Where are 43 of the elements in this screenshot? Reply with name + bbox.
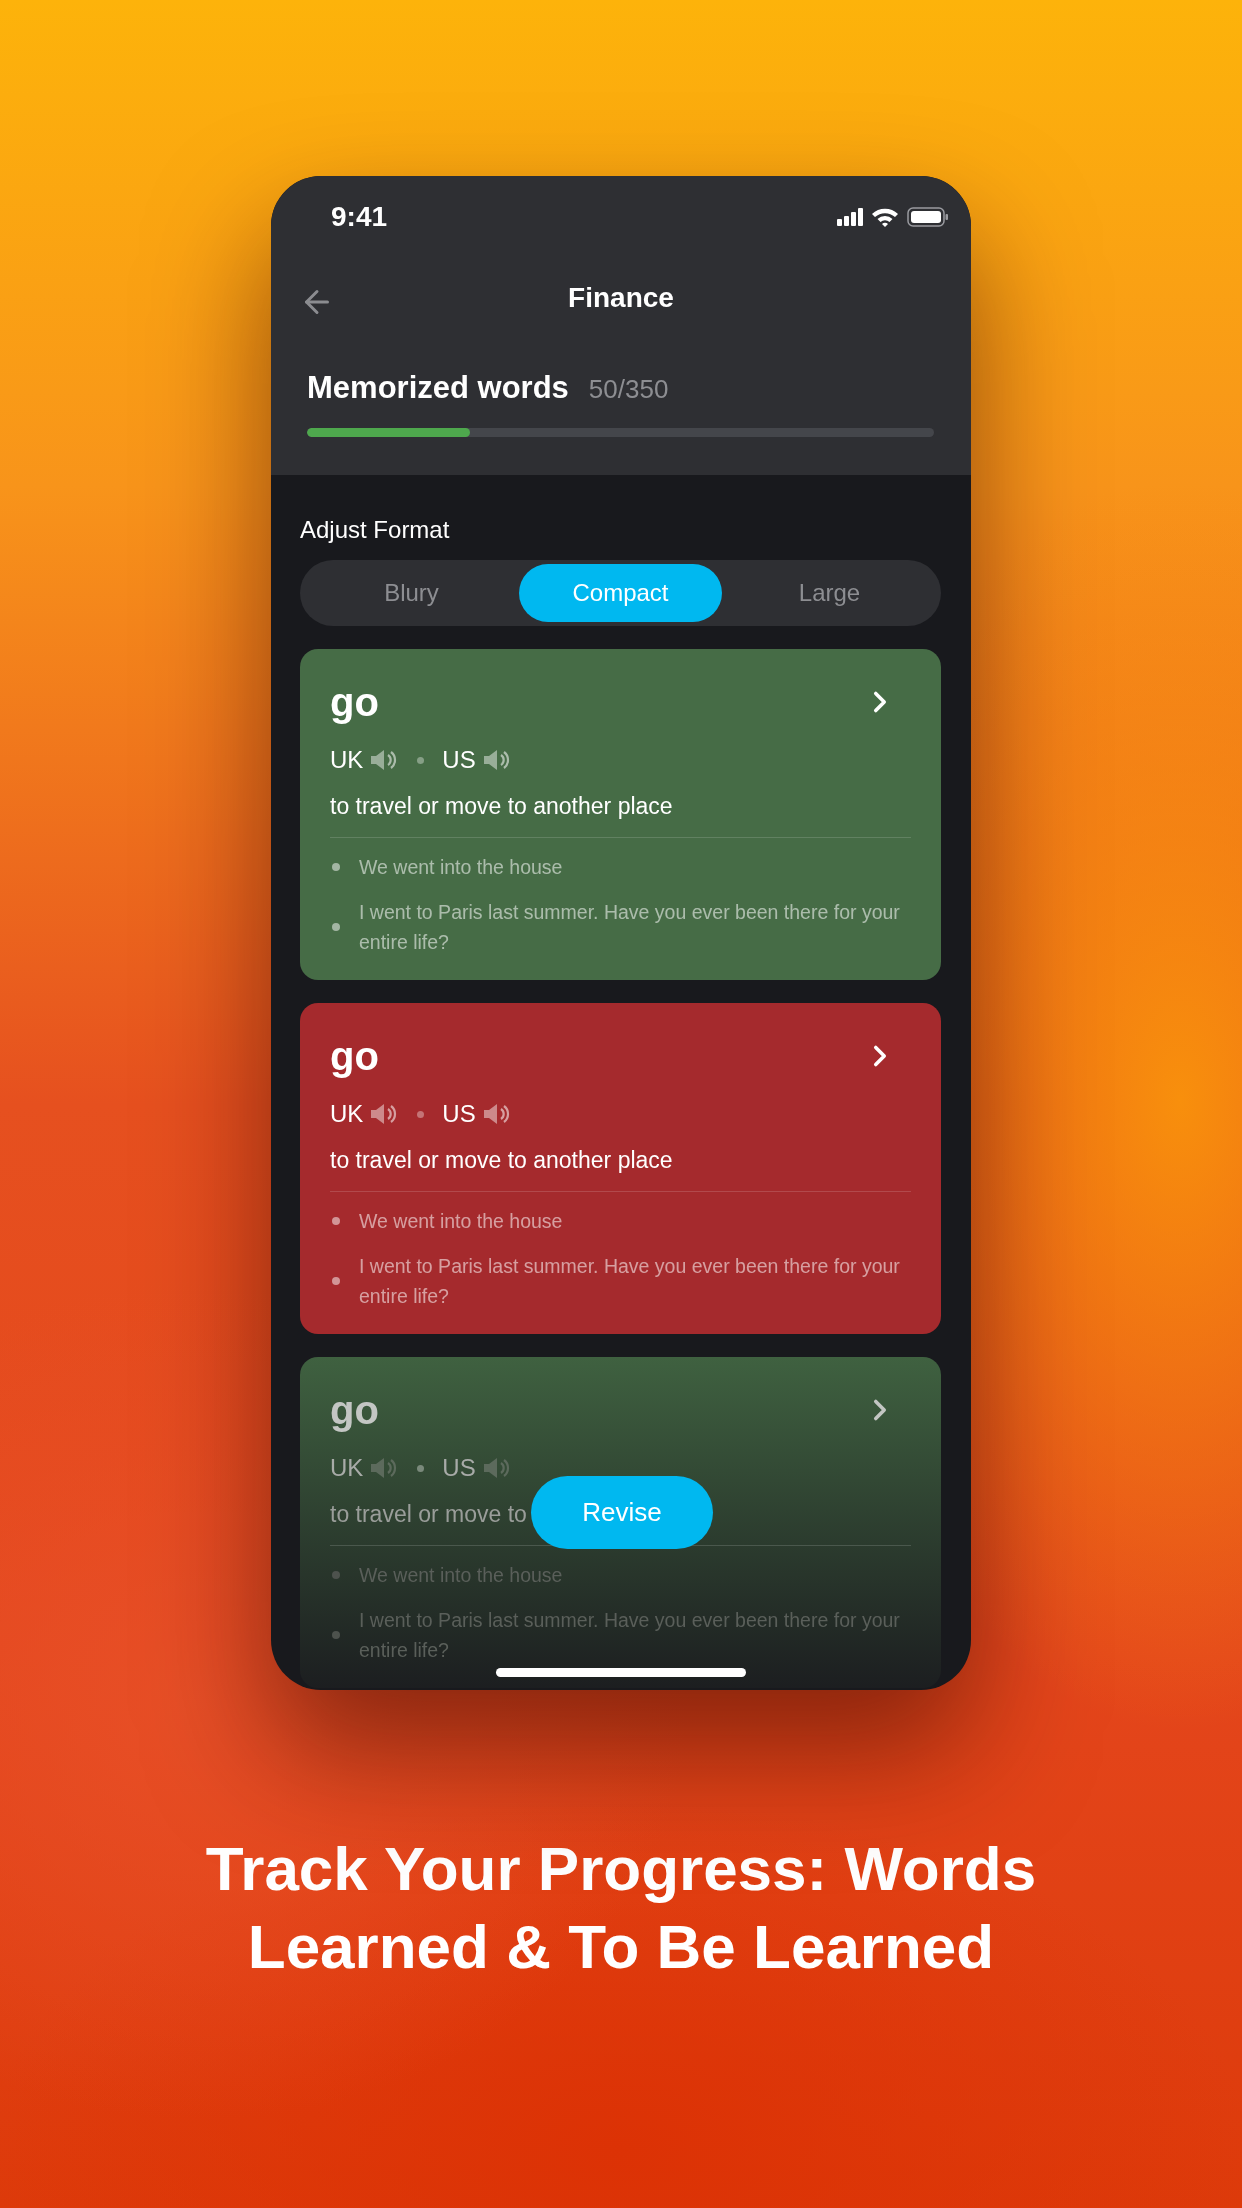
bullet-dot [332,1277,340,1285]
progress-title: Memorized words [307,370,569,406]
example-sentence: I went to Paris last summer. Have you ever been there for your entire life? [359,900,901,955]
definition-text: to travel or move to [330,1500,527,1529]
accent-label: UK [330,746,364,774]
wifi-icon [871,207,899,227]
example-sentence: We went into the house [359,1209,563,1234]
word-title: go [330,679,379,725]
example-sentence: I went to Paris last summer. Have you ever been there for your entire life? [359,1254,901,1309]
signal-icon [837,208,863,226]
format-tab[interactable]: Large [728,564,931,622]
accent-label: US [442,1454,476,1482]
word-title: go [330,1033,379,1079]
format-tab[interactable]: Compact [519,564,722,622]
speaker-icon[interactable] [481,1456,512,1480]
word-card[interactable]: go UK US to travel or move to another place We went into the house I went to Paris last summer. Have you ever been there for your entire life? [300,649,941,980]
speaker-icon[interactable] [481,748,512,772]
status-time: 9:41 [331,201,388,233]
accent-label: UK [330,1454,364,1482]
revise-button[interactable]: Revise [531,1476,713,1549]
definition-text: to travel or move to another place [330,1146,673,1175]
bullet-dot [332,1571,340,1579]
word-card[interactable]: go UK US to travel or move to another place We went into the house I went to Paris last summer. Have you ever been there for your entire life? [300,1003,941,1334]
accent-label: US [442,746,476,774]
separator-dot [417,1464,425,1472]
bullet-dot [332,923,340,931]
section-label: Adjust Format [300,515,451,545]
separator-dot [417,756,425,764]
speaker-icon[interactable] [481,1102,512,1126]
accent-label: UK [330,1100,364,1128]
definition-text: to travel or move to another place [330,792,673,821]
screen-title: Finance [568,282,674,314]
bullet-dot [332,1217,340,1225]
accent-label: US [442,1100,476,1128]
progress-count: 50/350 [588,374,669,405]
bullet-dot [332,863,340,871]
separator-dot [417,1110,425,1118]
example-sentence: We went into the house [359,855,563,880]
headline: Track Your Progress: Words Learned & To Be Learned [204,1833,1038,1983]
word-title: go [330,1387,379,1433]
battery-icon [907,207,949,227]
format-tab[interactable]: Blury [310,564,513,622]
bullet-dot [332,1631,340,1639]
